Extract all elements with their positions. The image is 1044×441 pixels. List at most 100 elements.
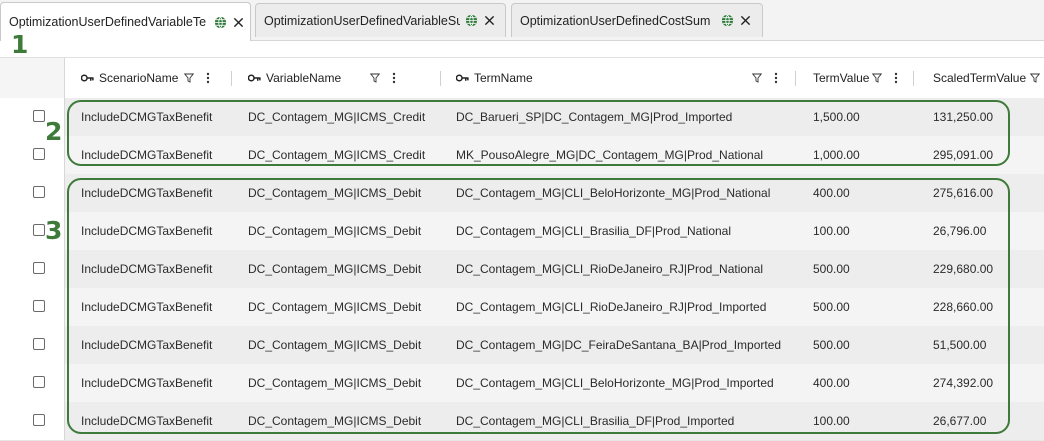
column-divider[interactable] [913, 71, 914, 86]
column-header-label: TermName [474, 71, 533, 85]
cell-term[interactable]: DC_Contagem_MG|CLI_BeloHorizonte_MG|Prod… [456, 174, 770, 212]
kebab-menu-icon[interactable] [206, 72, 210, 84]
cell-term[interactable]: MK_PousoAlegre_MG|DC_Contagem_MG|Prod_Na… [456, 136, 763, 174]
row-checkbox[interactable] [33, 338, 45, 350]
tab-optimization-user-defined-variable-summary[interactable]: OptimizationUserDefinedVariableSu [255, 3, 506, 37]
cell-scaled[interactable]: 131,250.00 [933, 98, 993, 136]
filter-icon[interactable] [752, 73, 762, 83]
annotation-number-2: 2 [45, 117, 63, 146]
cell-scenario[interactable]: IncludeDCMGTaxBenefit [81, 250, 212, 288]
row-select-cell [0, 288, 65, 326]
table-row[interactable]: IncludeDCMGTaxBenefit DC_Contagem_MG|ICMS… [0, 136, 1044, 175]
cell-term[interactable]: DC_Contagem_MG|CLI_BeloHorizonte_MG|Prod… [456, 364, 774, 402]
row-checkbox[interactable] [33, 110, 45, 122]
tab-optimization-user-defined-variable-term[interactable]: OptimizationUserDefinedVariableTe [0, 2, 251, 41]
cell-scaled[interactable]: 26,677.00 [933, 402, 986, 440]
cell-variable[interactable]: DC_Contagem_MG|ICMS_Debit [248, 364, 421, 402]
table-row[interactable]: IncludeDCMGTaxBenefit DC_Contagem_MG|ICMS… [0, 212, 1044, 251]
column-header-scenario-name[interactable]: ScenarioName [81, 58, 210, 98]
cell-scaled[interactable]: 274,392.00 [933, 364, 993, 402]
table-row[interactable]: IncludeDCMGTaxBenefit DC_Contagem_MG|ICMS… [0, 402, 1044, 441]
row-data-cells: IncludeDCMGTaxBenefit DC_Contagem_MG|ICMS… [65, 326, 1044, 364]
cell-variable[interactable]: DC_Contagem_MG|ICMS_Debit [248, 212, 421, 250]
column-divider[interactable] [440, 71, 441, 86]
column-divider[interactable] [795, 71, 796, 86]
cell-variable[interactable]: DC_Contagem_MG|ICMS_Credit [248, 136, 425, 174]
cell-scaled[interactable]: 229,680.00 [933, 250, 993, 288]
cell-scaled[interactable]: 295,091.00 [933, 136, 993, 174]
cell-scaled[interactable]: 26,796.00 [933, 212, 986, 250]
cell-scenario[interactable]: IncludeDCMGTaxBenefit [81, 174, 212, 212]
annotation-number-3: 3 [45, 216, 63, 245]
kebab-menu-icon[interactable] [894, 72, 898, 84]
cell-value[interactable]: 1,500.00 [813, 98, 860, 136]
row-data-cells: IncludeDCMGTaxBenefit DC_Contagem_MG|ICMS… [65, 174, 1044, 212]
cell-scenario[interactable]: IncludeDCMGTaxBenefit [81, 402, 212, 440]
table-row[interactable]: IncludeDCMGTaxBenefit DC_Contagem_MG|ICMS… [0, 326, 1044, 365]
column-header-label: ScenarioName [99, 71, 179, 85]
cell-variable[interactable]: DC_Contagem_MG|ICMS_Credit [248, 98, 425, 136]
cell-value[interactable]: 100.00 [813, 402, 850, 440]
filter-icon[interactable] [184, 73, 195, 83]
row-select-cell [0, 326, 65, 364]
cell-value[interactable]: 500.00 [813, 250, 850, 288]
cell-term[interactable]: DC_Barueri_SP|DC_Contagem_MG|Prod_Import… [456, 98, 732, 136]
filter-icon[interactable] [1030, 73, 1041, 83]
column-header-variable-name[interactable]: VariableName [248, 58, 396, 98]
data-grid: ScenarioName VariableName TermName TermV… [0, 41, 1044, 441]
cell-scenario[interactable]: IncludeDCMGTaxBenefit [81, 288, 212, 326]
row-data-cells: IncludeDCMGTaxBenefit DC_Contagem_MG|ICMS… [65, 402, 1044, 440]
table-row[interactable]: IncludeDCMGTaxBenefit DC_Contagem_MG|ICMS… [0, 174, 1044, 213]
row-checkbox[interactable] [33, 224, 45, 236]
row-checkbox[interactable] [33, 300, 45, 312]
column-header-term-value[interactable]: TermValue [813, 58, 898, 98]
close-icon[interactable] [233, 17, 244, 28]
kebab-menu-icon[interactable] [392, 72, 396, 84]
cell-term[interactable]: DC_Contagem_MG|CLI_Brasilia_DF|Prod_Impo… [456, 402, 734, 440]
cell-variable[interactable]: DC_Contagem_MG|ICMS_Debit [248, 174, 421, 212]
cell-value[interactable]: 100.00 [813, 212, 850, 250]
cell-scaled[interactable]: 228,660.00 [933, 288, 993, 326]
filter-icon[interactable] [370, 73, 380, 83]
cell-value[interactable]: 500.00 [813, 326, 850, 364]
cell-variable[interactable]: DC_Contagem_MG|ICMS_Debit [248, 288, 421, 326]
row-data-cells: IncludeDCMGTaxBenefit DC_Contagem_MG|ICMS… [65, 288, 1044, 326]
kebab-menu-icon[interactable] [774, 72, 778, 84]
row-select-cell [0, 174, 65, 212]
cell-term[interactable]: DC_Contagem_MG|CLI_RioDeJaneiro_RJ|Prod_… [456, 250, 763, 288]
table-row[interactable]: IncludeDCMGTaxBenefit DC_Contagem_MG|ICMS… [0, 98, 1044, 137]
cell-variable[interactable]: DC_Contagem_MG|ICMS_Debit [248, 250, 421, 288]
column-divider[interactable] [231, 71, 232, 86]
cell-value[interactable]: 500.00 [813, 288, 850, 326]
column-header-scaled-term-value[interactable]: ScaledTermValue [933, 58, 1041, 98]
cell-scenario[interactable]: IncludeDCMGTaxBenefit [81, 98, 212, 136]
cell-scenario[interactable]: IncludeDCMGTaxBenefit [81, 212, 212, 250]
close-icon[interactable] [484, 15, 495, 26]
close-icon[interactable] [740, 15, 751, 26]
cell-variable[interactable]: DC_Contagem_MG|ICMS_Debit [248, 326, 421, 364]
cell-scenario[interactable]: IncludeDCMGTaxBenefit [81, 364, 212, 402]
row-checkbox[interactable] [33, 148, 45, 160]
table-row[interactable]: IncludeDCMGTaxBenefit DC_Contagem_MG|ICMS… [0, 250, 1044, 289]
cell-term[interactable]: DC_Contagem_MG|DC_FeiraDeSantana_BA|Prod… [456, 326, 781, 364]
key-icon [456, 74, 469, 82]
tab-optimization-user-defined-cost-summary[interactable]: OptimizationUserDefinedCostSum [511, 3, 763, 37]
row-checkbox[interactable] [33, 186, 45, 198]
filter-icon[interactable] [872, 73, 883, 83]
row-checkbox[interactable] [33, 262, 45, 274]
row-checkbox[interactable] [33, 376, 45, 388]
column-header-term-name[interactable]: TermName [456, 58, 778, 98]
cell-scenario[interactable]: IncludeDCMGTaxBenefit [81, 326, 212, 364]
cell-scaled[interactable]: 275,616.00 [933, 174, 993, 212]
row-checkbox[interactable] [33, 414, 45, 426]
cell-term[interactable]: DC_Contagem_MG|CLI_Brasilia_DF|Prod_Nati… [456, 212, 731, 250]
table-row[interactable]: IncludeDCMGTaxBenefit DC_Contagem_MG|ICMS… [0, 288, 1044, 327]
cell-value[interactable]: 1,000.00 [813, 136, 860, 174]
cell-scaled[interactable]: 51,500.00 [933, 326, 986, 364]
cell-term[interactable]: DC_Contagem_MG|CLI_RioDeJaneiro_RJ|Prod_… [456, 288, 766, 326]
cell-scenario[interactable]: IncludeDCMGTaxBenefit [81, 136, 212, 174]
cell-value[interactable]: 400.00 [813, 174, 850, 212]
cell-value[interactable]: 400.00 [813, 364, 850, 402]
table-row[interactable]: IncludeDCMGTaxBenefit DC_Contagem_MG|ICMS… [0, 364, 1044, 403]
cell-variable[interactable]: DC_Contagem_MG|ICMS_Debit [248, 402, 421, 440]
